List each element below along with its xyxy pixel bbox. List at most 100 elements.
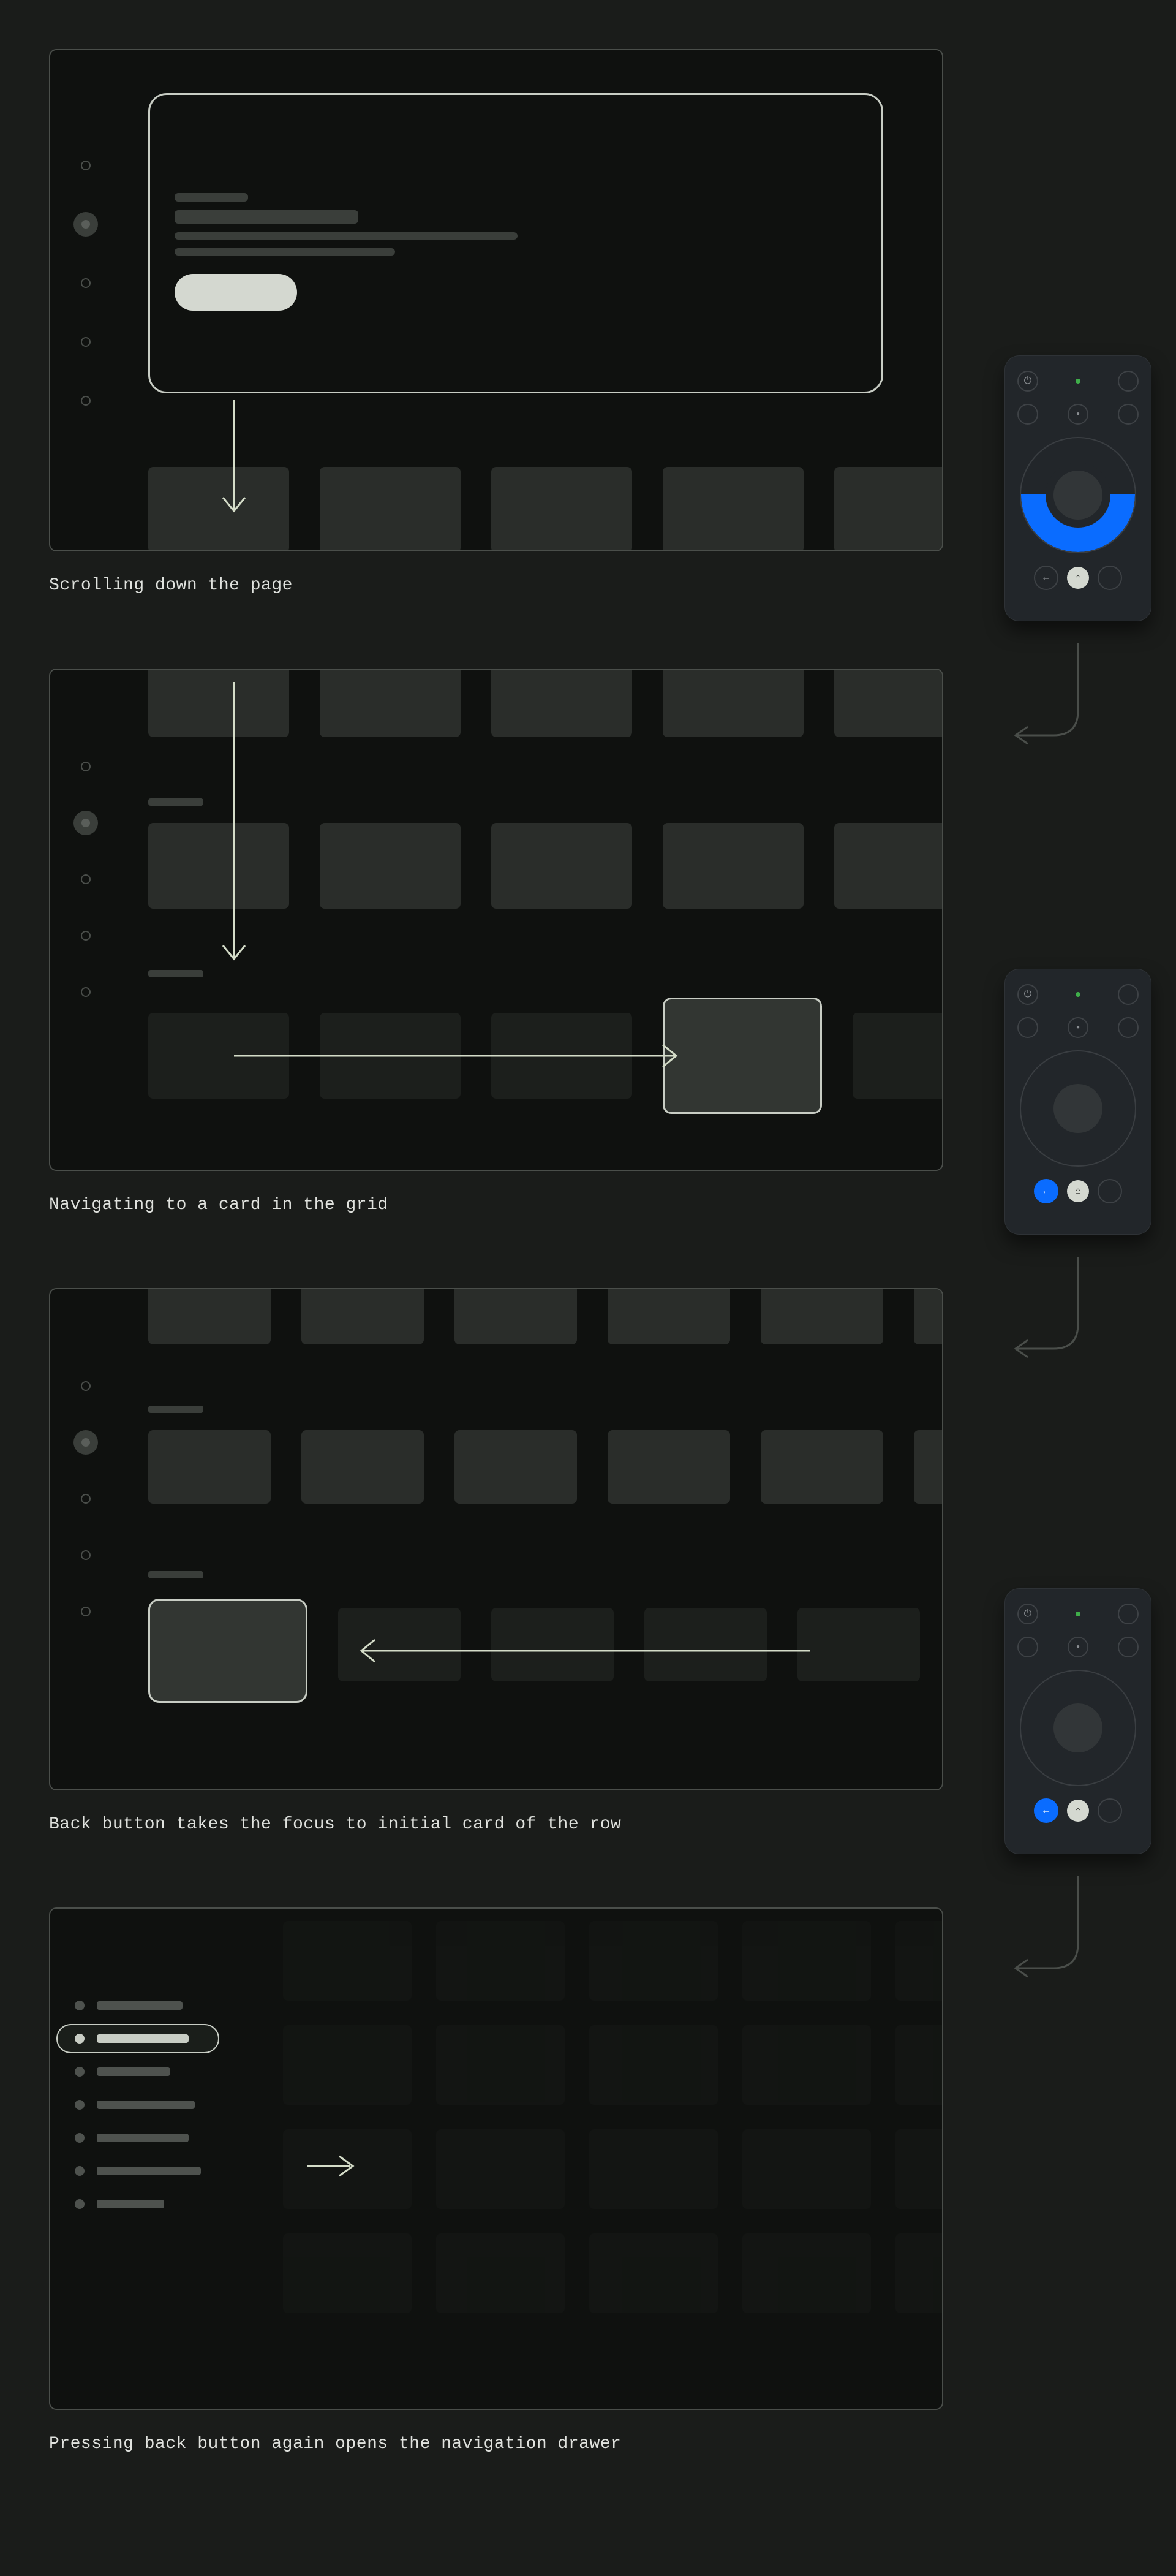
remote-button[interactable] (1098, 1798, 1122, 1823)
content-card[interactable] (454, 1288, 577, 1344)
content-card[interactable] (491, 669, 632, 737)
content-card[interactable] (148, 467, 289, 551)
content-card[interactable] (644, 1608, 767, 1681)
content-card[interactable] (148, 1013, 289, 1099)
content-card[interactable] (797, 1608, 920, 1681)
home-button[interactable]: ⌂ (1067, 567, 1089, 589)
remote-button[interactable] (1118, 371, 1139, 392)
nav-dot[interactable] (81, 931, 91, 941)
panel-scrolling: Scrolling down the page ⏻ ● ← ⌂ (49, 49, 1127, 595)
content-card[interactable] (301, 1288, 424, 1344)
content-card[interactable] (320, 467, 461, 551)
hero-card-focused[interactable] (148, 93, 883, 393)
content-card[interactable] (148, 1288, 271, 1344)
panel-nav-drawer: Pressing back button again opens the nav… (49, 1907, 1127, 2453)
remote-button[interactable] (1118, 984, 1139, 1005)
nav-dot[interactable] (81, 874, 91, 884)
home-button[interactable]: ⌂ (1067, 1800, 1089, 1822)
content-card[interactable] (834, 467, 943, 551)
content-card[interactable] (853, 1013, 943, 1099)
content-card[interactable] (761, 1430, 883, 1504)
back-button-highlighted[interactable]: ← (1034, 1798, 1058, 1823)
power-button[interactable]: ⏻ (1017, 984, 1038, 1005)
row-title (148, 1406, 203, 1413)
content-card[interactable] (834, 669, 943, 737)
back-button-highlighted[interactable]: ← (1034, 1179, 1058, 1203)
mic-button[interactable]: ● (1068, 404, 1088, 425)
remote-button[interactable] (1118, 1604, 1139, 1624)
nav-dot[interactable] (81, 762, 91, 771)
content-card[interactable] (320, 669, 461, 737)
drawer-item-active[interactable] (56, 2024, 219, 2053)
dpad[interactable] (1020, 1050, 1136, 1167)
nav-dot[interactable] (81, 1381, 91, 1391)
nav-dot[interactable] (81, 1550, 91, 1560)
nav-dot[interactable] (81, 161, 91, 170)
remote-button[interactable] (1017, 1017, 1038, 1038)
remote-button[interactable] (1118, 1637, 1139, 1657)
content-card[interactable] (834, 823, 943, 909)
drawer-item[interactable] (75, 2067, 201, 2077)
tv-screen-1 (49, 49, 943, 551)
mic-button[interactable]: ● (1068, 1637, 1088, 1657)
remote-button[interactable] (1017, 1637, 1038, 1657)
drawer-item[interactable] (75, 2001, 201, 2010)
content-card[interactable] (663, 823, 804, 909)
content-card[interactable] (148, 669, 289, 737)
content-card[interactable] (608, 1288, 730, 1344)
content-card[interactable] (301, 1430, 424, 1504)
mic-button[interactable]: ● (1068, 1017, 1088, 1038)
content-card[interactable] (491, 823, 632, 909)
remote-button[interactable] (1118, 1017, 1139, 1038)
content-card[interactable] (148, 823, 289, 909)
remote-button[interactable] (1098, 566, 1122, 590)
dpad-select[interactable] (1054, 1703, 1102, 1752)
content-card[interactable] (148, 1430, 271, 1504)
content-card[interactable] (914, 1288, 943, 1344)
nav-dot-active[interactable] (74, 811, 98, 835)
drawer-item[interactable] (75, 2199, 201, 2209)
remote-button[interactable] (1118, 404, 1139, 425)
content-card[interactable] (663, 669, 804, 737)
content-card[interactable] (761, 1288, 883, 1344)
row-title (148, 1571, 203, 1578)
content-card[interactable] (320, 1013, 461, 1099)
nav-dot[interactable] (81, 987, 91, 997)
drawer-item[interactable] (75, 2166, 201, 2176)
nav-dot[interactable] (81, 1494, 91, 1504)
nav-dot-active[interactable] (74, 212, 98, 237)
content-card[interactable] (914, 1430, 943, 1504)
content-card[interactable] (663, 467, 804, 551)
content-card[interactable] (491, 467, 632, 551)
content-card[interactable] (338, 1608, 461, 1681)
mic-icon: ● (1076, 411, 1080, 418)
content-card-focused[interactable] (663, 998, 822, 1114)
power-button[interactable]: ⏻ (1017, 1604, 1038, 1624)
nav-dot[interactable] (81, 278, 91, 288)
content-card-focused[interactable] (148, 1599, 307, 1703)
power-icon: ⏻ (1024, 989, 1032, 1000)
back-button[interactable]: ← (1034, 566, 1058, 590)
content-card[interactable] (608, 1430, 730, 1504)
drawer-item[interactable] (75, 2100, 201, 2110)
dpad[interactable] (1020, 437, 1136, 553)
nav-dot[interactable] (81, 396, 91, 406)
remote-button[interactable] (1017, 404, 1038, 425)
dpad[interactable] (1020, 1670, 1136, 1786)
nav-dot[interactable] (81, 337, 91, 347)
dpad-select[interactable] (1054, 1084, 1102, 1133)
dpad-select[interactable] (1054, 471, 1102, 520)
drawer-item[interactable] (75, 2133, 201, 2143)
nav-dot-active[interactable] (74, 1430, 98, 1455)
content-card[interactable] (320, 823, 461, 909)
side-nav-collapsed (81, 762, 98, 997)
content-card[interactable] (491, 1608, 614, 1681)
hero-cta-button[interactable] (175, 274, 297, 311)
nav-dot[interactable] (81, 1607, 91, 1616)
remote-button[interactable] (1098, 1179, 1122, 1203)
content-card[interactable] (491, 1013, 632, 1099)
home-button[interactable]: ⌂ (1067, 1180, 1089, 1202)
remote-control: ⏻ ● ← ⌂ (1005, 355, 1152, 621)
content-card[interactable] (454, 1430, 577, 1504)
power-button[interactable]: ⏻ (1017, 371, 1038, 392)
